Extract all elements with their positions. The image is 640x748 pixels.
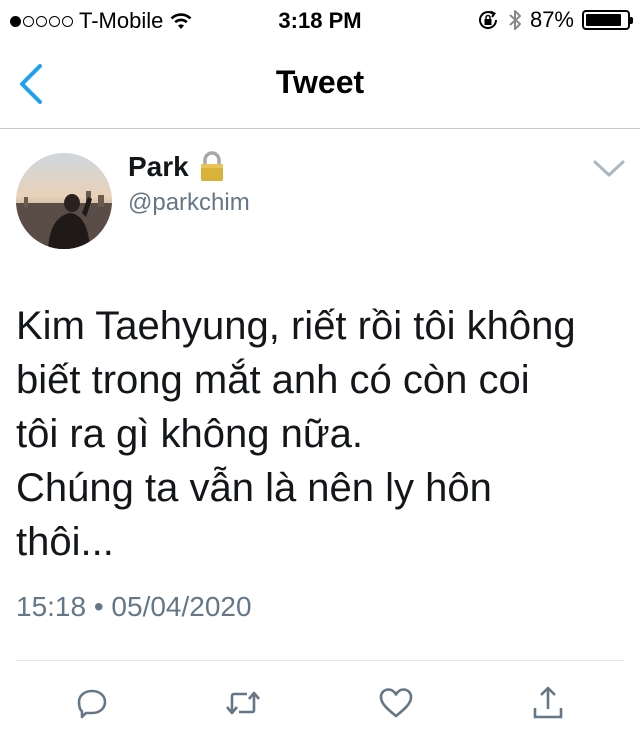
tweet-text-line: Chúng ta vẫn là nên ly hôn <box>16 466 492 510</box>
status-indicators: 87% <box>476 7 633 33</box>
tweet-text-line: tôi ra gì không nữa. <box>16 412 363 456</box>
tweet-actions <box>0 677 640 725</box>
reply-icon <box>77 689 107 719</box>
reply-button[interactable] <box>72 683 112 723</box>
tweet-text: Kim Taehyung, riết rồi tôi không biết tr… <box>16 299 626 569</box>
share-button[interactable] <box>528 683 568 723</box>
tweet-options-button[interactable] <box>592 157 626 181</box>
battery-percent: 87% <box>529 7 574 32</box>
tweet-text-line: biết trong mắt anh có còn coi <box>16 358 530 402</box>
divider <box>16 660 624 661</box>
status-bar: T-Mobile 3:18 PM 87% <box>0 0 640 40</box>
tweet-text-line: thôi... <box>16 520 114 564</box>
tweet-timestamp: 15:18 • 05/04/2020 <box>16 591 252 622</box>
author-name-row[interactable]: Park <box>128 151 227 183</box>
retweet-button[interactable] <box>223 683 263 723</box>
lock-icon <box>200 151 223 181</box>
chevron-down-icon <box>593 160 625 177</box>
navigation-bar: Tweet <box>0 40 640 129</box>
avatar-image <box>16 153 112 249</box>
battery-icon <box>582 10 633 30</box>
rotation-lock-icon <box>478 10 497 29</box>
author-name: Park <box>128 151 189 182</box>
like-icon <box>379 688 413 718</box>
avatar[interactable] <box>16 153 112 249</box>
page-title: Tweet <box>275 64 365 100</box>
bluetooth-icon <box>509 10 521 30</box>
like-button[interactable] <box>376 683 416 723</box>
tweet-text-line: Kim Taehyung, riết rồi tôi không <box>16 304 576 348</box>
battery-level <box>586 14 621 26</box>
share-icon <box>533 686 563 719</box>
retweet-icon <box>226 691 260 715</box>
author-handle[interactable]: @parkchim <box>128 189 250 217</box>
